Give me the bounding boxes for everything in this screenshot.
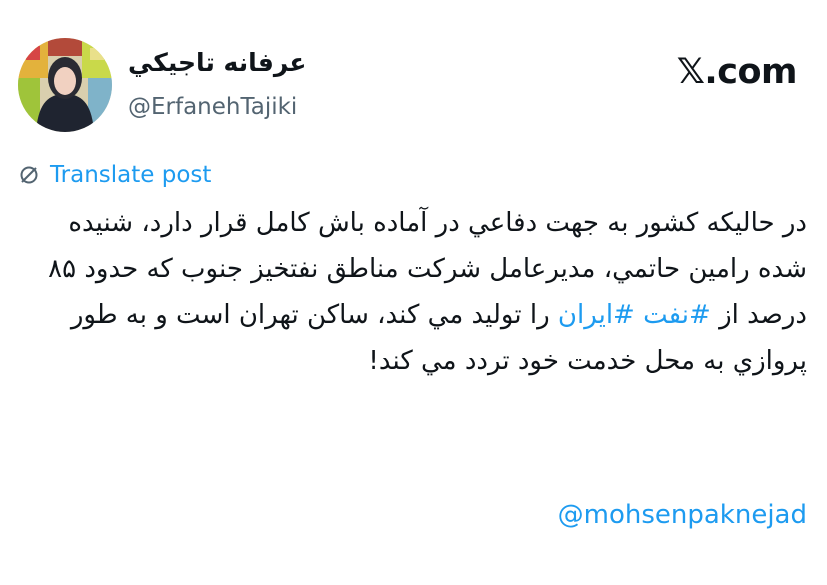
- translate-post-button[interactable]: Translate post: [18, 162, 211, 188]
- hashtag-naft[interactable]: #نفت: [643, 300, 711, 330]
- mention-link[interactable]: @mohsenpaknejad: [558, 500, 807, 530]
- translate-post-label: Translate post: [50, 162, 212, 188]
- x-logo: 𝕏.com: [676, 52, 798, 92]
- author-handle[interactable]: @ErfanehTajiki: [128, 94, 297, 120]
- no-translate-icon: [18, 164, 40, 186]
- hashtag-iran[interactable]: #ایران: [558, 300, 635, 330]
- post-text: در حالیکه کشور به جهت دفاعي در آماده باش…: [18, 200, 807, 384]
- author-display-name[interactable]: عرفانه تاجيكي: [128, 48, 306, 77]
- avatar[interactable]: [18, 38, 112, 132]
- avatar-image: [18, 38, 112, 132]
